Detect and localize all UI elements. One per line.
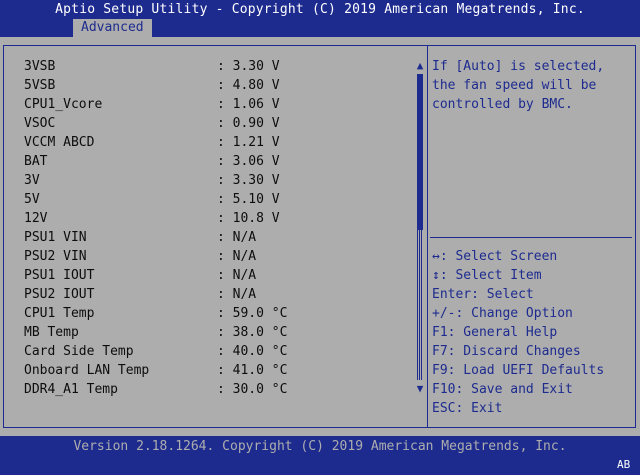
reading-value: : 41.0 °C — [217, 363, 288, 378]
key-help-select-item: ↕: Select Item — [432, 268, 542, 283]
key-help-discard-changes: F7: Discard Changes — [432, 344, 581, 359]
reading-value: : 59.0 °C — [217, 306, 288, 321]
help-separator — [430, 237, 632, 238]
window-title: Aptio Setup Utility - Copyright (C) 2019… — [55, 2, 585, 17]
reading-value: : N/A — [217, 268, 257, 283]
key-help-general-help: F1: General Help — [432, 325, 558, 340]
key-help-select-screen: ↔: Select Screen — [432, 249, 558, 264]
key-help-load-defaults: F9: Load UEFI Defaults — [432, 363, 605, 378]
key-help-escape: ESC: Exit — [432, 401, 503, 416]
reading-label: VCCM ABCD — [24, 135, 95, 150]
scroll-up-arrow-icon[interactable]: ▲ — [414, 59, 426, 73]
reading-label: 5V — [24, 192, 40, 207]
key-help-enter: Enter: Select — [432, 287, 534, 302]
reading-value: : 1.06 V — [217, 97, 280, 112]
item-help-text: If [Auto] is selected, the fan speed wil… — [432, 59, 613, 112]
reading-value: : 0.90 V — [217, 116, 280, 131]
scroll-down-arrow-icon[interactable]: ▼ — [414, 382, 426, 396]
scrollbar-thumb[interactable] — [417, 74, 423, 230]
reading-label: BAT — [24, 154, 48, 169]
reading-label: 3VSB — [24, 59, 56, 74]
reading-label: PSU2 VIN — [24, 249, 87, 264]
reading-label: PSU1 VIN — [24, 230, 87, 245]
reading-label: 12V — [24, 211, 48, 226]
reading-label: 3V — [24, 173, 40, 188]
reading-value: : 4.80 V — [217, 78, 280, 93]
reading-value: : 30.0 °C — [217, 382, 288, 397]
tab-advanced[interactable]: Advanced — [73, 19, 152, 37]
reading-value: : 3.30 V — [217, 59, 280, 74]
version-text: Version 2.18.1264. Copyright (C) 2019 Am… — [73, 439, 567, 454]
reading-value: : 5.10 V — [217, 192, 280, 207]
reading-label: PSU2 IOUT — [24, 287, 95, 302]
reading-value: : 38.0 °C — [217, 325, 288, 340]
panel-divider — [427, 45, 428, 428]
reading-label: Onboard LAN Temp — [24, 363, 150, 378]
key-help-list: ↔: Select Screen ↕: Select Item Enter: S… — [432, 247, 604, 418]
reading-value: : N/A — [217, 230, 257, 245]
reading-value: : 3.06 V — [217, 154, 280, 169]
reading-label: VSOC — [24, 116, 56, 131]
reading-label: 5VSB — [24, 78, 56, 93]
key-help-change-option: +/-: Change Option — [432, 306, 573, 321]
reading-label: CPU1_Vcore — [24, 97, 103, 112]
reading-value: : 1.21 V — [217, 135, 280, 150]
status-badge: AB — [617, 458, 631, 471]
reading-value: : N/A — [217, 287, 257, 302]
key-help-save-exit: F10: Save and Exit — [432, 382, 573, 397]
reading-value: : 40.0 °C — [217, 344, 288, 359]
reading-label: CPU1 Temp — [24, 306, 95, 321]
reading-value: : N/A — [217, 249, 257, 264]
reading-label: PSU1 IOUT — [24, 268, 95, 283]
reading-label: MB Temp — [24, 325, 79, 340]
reading-label: Card Side Temp — [24, 344, 134, 359]
reading-value: : 3.30 V — [217, 173, 280, 188]
reading-label: DDR4_A1 Temp — [24, 382, 118, 397]
reading-value: : 10.8 V — [217, 211, 280, 226]
